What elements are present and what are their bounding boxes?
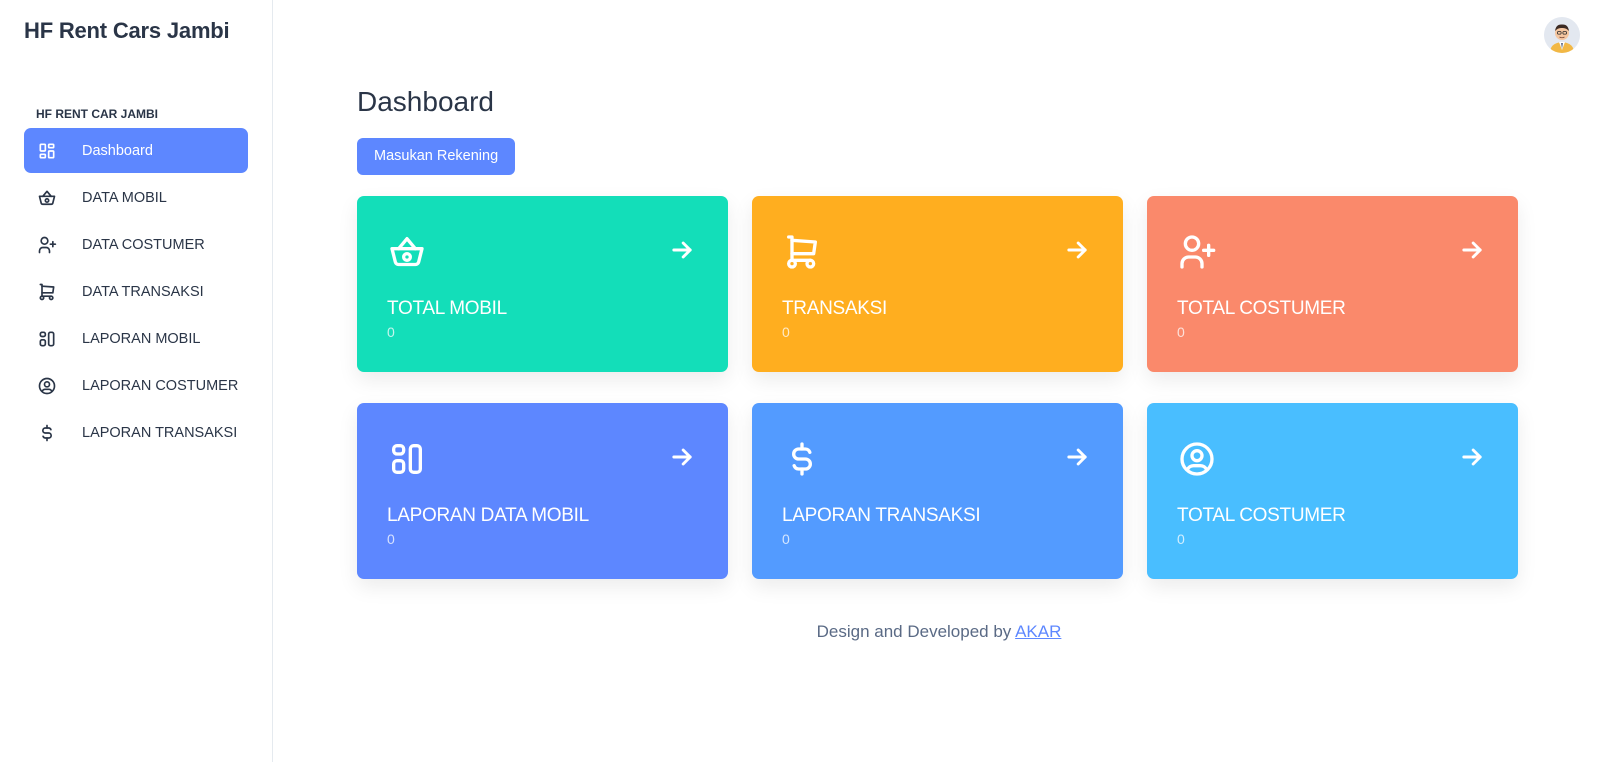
card-title: TOTAL COSTUMER: [1177, 298, 1346, 319]
footer: Design and Developed by AKAR: [273, 622, 1600, 642]
sidebar-item-data-mobil[interactable]: DATA MOBIL: [24, 175, 248, 220]
nav-caption: HF RENT CAR JAMBI: [36, 107, 158, 121]
card-title: LAPORAN DATA MOBIL: [387, 505, 589, 526]
cart-icon: [782, 232, 822, 272]
dollar-icon: [782, 439, 822, 479]
sidebar-nav: Dashboard DATA MOBIL DATA COSTUMER DATA …: [24, 128, 248, 455]
arrow-right-icon[interactable]: [668, 443, 696, 471]
sidebar-item-label: LAPORAN COSTUMER: [82, 377, 239, 394]
basket-icon: [36, 187, 58, 209]
card-value: 0: [387, 324, 395, 340]
sidebar-item-laporan-mobil[interactable]: LAPORAN MOBIL: [24, 316, 248, 361]
card-laporan-data-mobil[interactable]: LAPORAN DATA MOBIL 0: [357, 403, 728, 579]
arrow-right-icon[interactable]: [1458, 443, 1486, 471]
layout-columns-icon: [387, 439, 427, 479]
sidebar-item-label: DATA TRANSAKSI: [82, 283, 204, 300]
user-circle-icon: [1177, 439, 1217, 479]
user-plus-icon: [1177, 232, 1217, 272]
card-title: TOTAL COSTUMER: [1177, 505, 1346, 526]
card-transaksi[interactable]: TRANSAKSI 0: [752, 196, 1123, 372]
arrow-right-icon[interactable]: [668, 236, 696, 264]
card-total-costumer-2[interactable]: TOTAL COSTUMER 0: [1147, 403, 1518, 579]
dashboard-icon: [36, 140, 58, 162]
sidebar: HF Rent Cars Jambi HF RENT CAR JAMBI Das…: [0, 0, 273, 762]
footer-text: Design and Developed by: [816, 622, 1016, 641]
card-total-mobil[interactable]: TOTAL MOBIL 0: [357, 196, 728, 372]
dollar-icon: [36, 422, 58, 444]
card-value: 0: [1177, 531, 1185, 547]
card-value: 0: [1177, 324, 1185, 340]
user-circle-icon: [36, 375, 58, 397]
card-value: 0: [387, 531, 395, 547]
dashboard-content: Dashboard Masukan Rekening TOTAL MOBIL 0: [357, 80, 1518, 579]
card-total-costumer[interactable]: TOTAL COSTUMER 0: [1147, 196, 1518, 372]
sidebar-item-label: LAPORAN MOBIL: [82, 330, 201, 347]
user-plus-icon: [36, 234, 58, 256]
sidebar-item-data-costumer[interactable]: DATA COSTUMER: [24, 222, 248, 267]
sidebar-item-label: Dashboard: [82, 142, 153, 159]
avatar[interactable]: [1544, 17, 1580, 53]
sidebar-item-dashboard[interactable]: Dashboard: [24, 128, 248, 173]
card-title: LAPORAN TRANSAKSI: [782, 505, 981, 526]
card-title: TRANSAKSI: [782, 298, 887, 319]
card-value: 0: [782, 324, 790, 340]
card-title: TOTAL MOBIL: [387, 298, 507, 319]
cart-icon: [36, 281, 58, 303]
brand-title[interactable]: HF Rent Cars Jambi: [24, 0, 248, 62]
footer-author-link[interactable]: AKAR: [1015, 622, 1061, 641]
arrow-right-icon[interactable]: [1063, 443, 1091, 471]
sidebar-item-data-transaksi[interactable]: DATA TRANSAKSI: [24, 269, 248, 314]
arrow-right-icon[interactable]: [1063, 236, 1091, 264]
arrow-right-icon[interactable]: [1458, 236, 1486, 264]
sidebar-item-label: DATA COSTUMER: [82, 236, 205, 253]
masukan-rekening-button[interactable]: Masukan Rekening: [357, 138, 516, 175]
sidebar-item-label: LAPORAN TRANSAKSI: [82, 424, 238, 441]
stat-cards: TOTAL MOBIL 0 TRANSAKSI 0 TOTAL COSTUMER…: [357, 196, 1518, 579]
basket-icon: [387, 232, 427, 272]
page-title: Dashboard: [357, 86, 494, 117]
main-content: Dashboard Masukan Rekening TOTAL MOBIL 0: [273, 0, 1600, 762]
layout-columns-icon: [36, 328, 58, 350]
sidebar-item-laporan-transaksi[interactable]: LAPORAN TRANSAKSI: [24, 410, 248, 455]
card-laporan-transaksi[interactable]: LAPORAN TRANSAKSI 0: [752, 403, 1123, 579]
sidebar-item-label: DATA MOBIL: [82, 189, 167, 206]
sidebar-item-laporan-costumer[interactable]: LAPORAN COSTUMER: [24, 363, 248, 408]
card-value: 0: [782, 531, 790, 547]
